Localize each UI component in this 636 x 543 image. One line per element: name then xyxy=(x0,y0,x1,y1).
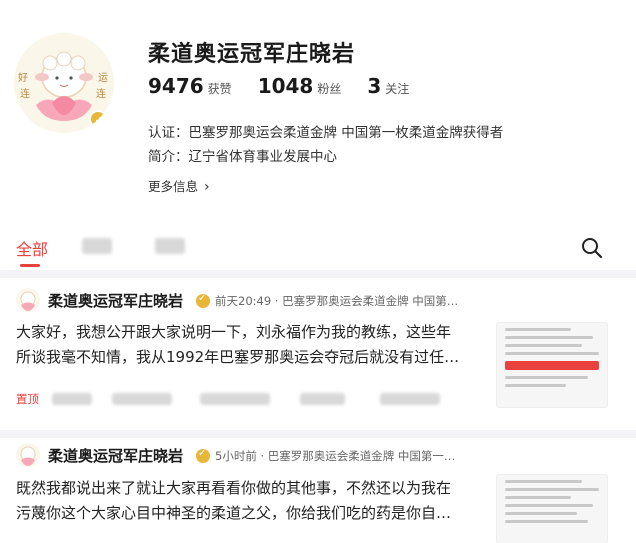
sheep-avatar-icon xyxy=(20,446,36,466)
avatar-char: 连 xyxy=(96,89,106,100)
profile-name: 柔道奥运冠军庄晓岩 xyxy=(148,42,356,67)
verified-badge-icon xyxy=(196,293,210,308)
avatar-char: 连 xyxy=(20,89,30,100)
post-avatar[interactable] xyxy=(16,443,40,467)
feed-post[interactable]: 柔道奥运冠军庄晓岩 5小时前 · 巴塞罗那奥运会柔道金牌 中国第一… 既然我都说… xyxy=(0,438,636,543)
stat-followers-value: 1048 xyxy=(257,74,314,98)
stat-likes[interactable]: 9476 获赞 xyxy=(148,74,232,98)
content-tabs: 全部 xyxy=(0,228,636,268)
post-avatar[interactable] xyxy=(16,288,40,312)
post-author[interactable]: 柔道奥运冠军庄晓岩 xyxy=(48,445,183,466)
section-divider xyxy=(0,270,636,278)
post-text-line: 大家好，我想公开跟大家说明一下，刘永福作为我的教练，这些年 xyxy=(16,323,452,341)
search-icon[interactable] xyxy=(580,236,604,260)
blurred-stat xyxy=(380,393,440,405)
intro-text: 简介：辽宁省体育事业发展中心 xyxy=(148,149,337,165)
avatar-char: 运 xyxy=(98,73,108,84)
profile-stats: 9476 获赞 1048 粉丝 3 关注 xyxy=(148,74,435,98)
stat-likes-value: 9476 xyxy=(148,74,204,98)
stat-following[interactable]: 3 关注 xyxy=(367,74,409,98)
blurred-stat xyxy=(300,393,345,405)
feed-post[interactable]: 柔道奥运冠军庄晓岩 前天20:49 · 巴塞罗那奥运会柔道金牌 中国第… 大家好… xyxy=(0,278,636,430)
post-thumbnail[interactable] xyxy=(496,474,608,543)
verified-badge-icon xyxy=(196,448,210,463)
stat-followers[interactable]: 1048 粉丝 xyxy=(258,74,342,98)
profile-header: ✓ 好 运 连 连 柔道奥运冠军庄晓岩 9476 获赞 1048 粉丝 3 关注… xyxy=(0,0,636,215)
post-text[interactable]: 大家好，我想公开跟大家说明一下，刘永福作为我的教练，这些年 所谈我毫不知情，我从… xyxy=(16,320,476,370)
stat-likes-label: 获赞 xyxy=(207,82,232,96)
post-thumbnail[interactable] xyxy=(496,322,608,408)
blurred-stat xyxy=(200,393,270,405)
post-text-line: 既然我都说出来了就让大家再看看你做的其他事，不然还以为我在 xyxy=(16,479,452,497)
tab-all[interactable]: 全部 xyxy=(16,236,48,260)
post-meta: 前天20:49 · 巴塞罗那奥运会柔道金牌 中国第… xyxy=(215,294,459,308)
stat-following-value: 3 xyxy=(367,74,382,98)
more-info-link[interactable]: 更多信息 › xyxy=(148,176,210,195)
tab-blurred[interactable] xyxy=(155,238,185,254)
thumbnail-content xyxy=(497,480,607,523)
blurred-stat xyxy=(112,393,172,405)
avatar[interactable]: ✓ 好 运 连 连 xyxy=(14,33,114,133)
sheep-avatar-icon xyxy=(20,291,36,311)
post-text[interactable]: 既然我都说出来了就让大家再看看你做的其他事，不然还以为我在 污蔑你这个大家心目中… xyxy=(16,476,476,526)
thumbnail-content xyxy=(497,328,607,355)
tab-blurred[interactable] xyxy=(82,238,112,254)
section-divider xyxy=(0,430,636,438)
post-meta: 5小时前 · 巴塞罗那奥运会柔道金牌 中国第一… xyxy=(215,449,456,463)
stat-following-label: 关注 xyxy=(385,82,410,96)
pinned-badge: 置顶 xyxy=(16,392,39,406)
avatar-char: 好 xyxy=(18,73,28,84)
thumbnail-red-bar xyxy=(505,361,599,370)
more-info-label: 更多信息 xyxy=(148,179,199,194)
stat-followers-label: 粉丝 xyxy=(317,82,342,96)
post-text-line: 所谈我毫不知情，我从1992年巴塞罗那奥运会夺冠后就没有过任… xyxy=(16,348,460,366)
chevron-right-icon: › xyxy=(204,179,210,195)
certification-text: 认证：巴塞罗那奥运会柔道金牌 中国第一枚柔道金牌获得者 xyxy=(148,125,504,141)
post-author[interactable]: 柔道奥运冠军庄晓岩 xyxy=(48,290,183,311)
svg-text:✓: ✓ xyxy=(95,115,103,126)
thumbnail-content xyxy=(497,376,607,387)
blurred-stat xyxy=(52,393,92,405)
tab-active-indicator xyxy=(20,264,40,267)
post-text-line: 污蔑你这个大家心目中神圣的柔道之父，你给我们吃的药是你自… xyxy=(16,504,452,522)
